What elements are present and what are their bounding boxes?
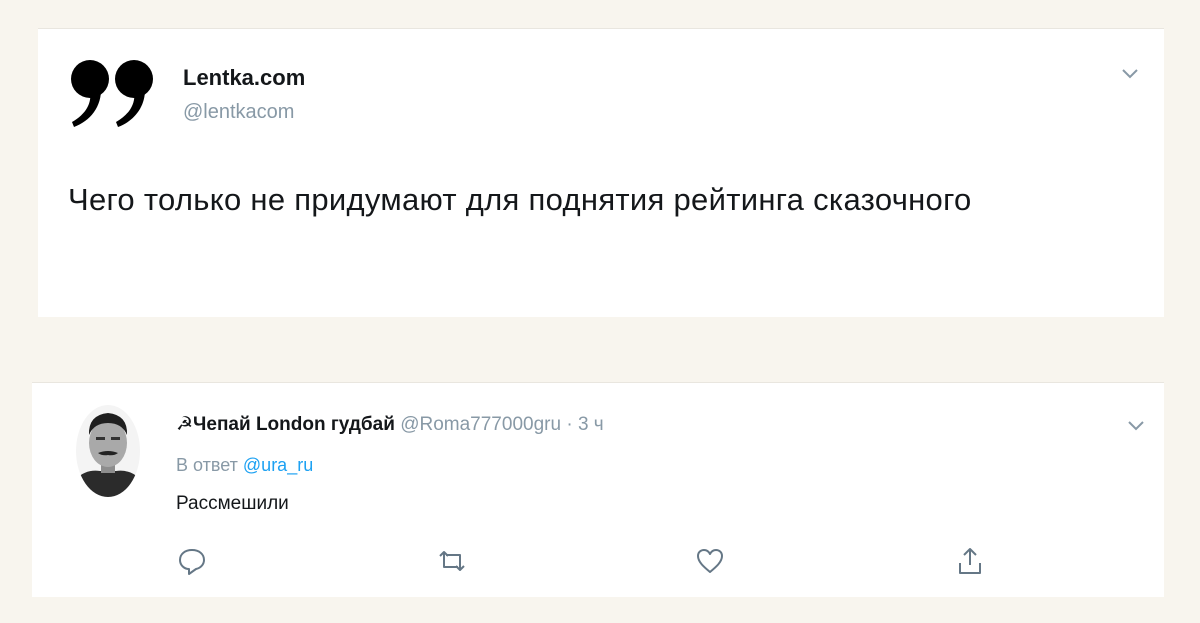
avatar[interactable] bbox=[76, 405, 140, 497]
reply-button[interactable] bbox=[176, 545, 208, 577]
quote-logo-icon bbox=[71, 60, 153, 127]
reply-context: В ответ @ura_ru bbox=[176, 455, 313, 476]
chevron-down-icon[interactable] bbox=[1126, 419, 1146, 433]
tweet-text: Чего только не придумают для поднятия ре… bbox=[68, 182, 972, 217]
tweet-card: Lentka.com @lentkacom Чего только не при… bbox=[38, 28, 1164, 317]
timestamp[interactable]: 3 ч bbox=[578, 414, 604, 435]
reply-icon bbox=[179, 549, 205, 575]
reply-mention-link[interactable]: @ura_ru bbox=[243, 455, 313, 475]
share-button[interactable] bbox=[954, 545, 986, 577]
share-icon bbox=[959, 548, 981, 574]
avatar-photo bbox=[76, 405, 140, 497]
author-handle[interactable]: @Roma777000gru bbox=[400, 414, 561, 435]
avatar[interactable] bbox=[68, 57, 160, 129]
reply-header: ☭Чепай London гудбай @Roma777000gru · 3 … bbox=[176, 413, 604, 436]
meta-separator: · bbox=[561, 414, 578, 435]
retweet-icon bbox=[439, 551, 465, 571]
like-button[interactable] bbox=[694, 545, 726, 577]
reply-prefix: В ответ bbox=[176, 455, 238, 475]
chevron-down-icon[interactable] bbox=[1120, 67, 1140, 81]
author-name[interactable]: ☭Чепай London гудбай bbox=[176, 414, 395, 435]
retweet-button[interactable] bbox=[436, 545, 468, 577]
reply-card: ☭Чепай London гудбай @Roma777000gru · 3 … bbox=[32, 382, 1164, 597]
like-icon bbox=[697, 549, 723, 573]
author-name[interactable]: Lentka.com bbox=[183, 65, 305, 91]
reply-text: Рассмешили bbox=[176, 493, 289, 514]
author-handle[interactable]: @lentkacom bbox=[183, 101, 294, 124]
